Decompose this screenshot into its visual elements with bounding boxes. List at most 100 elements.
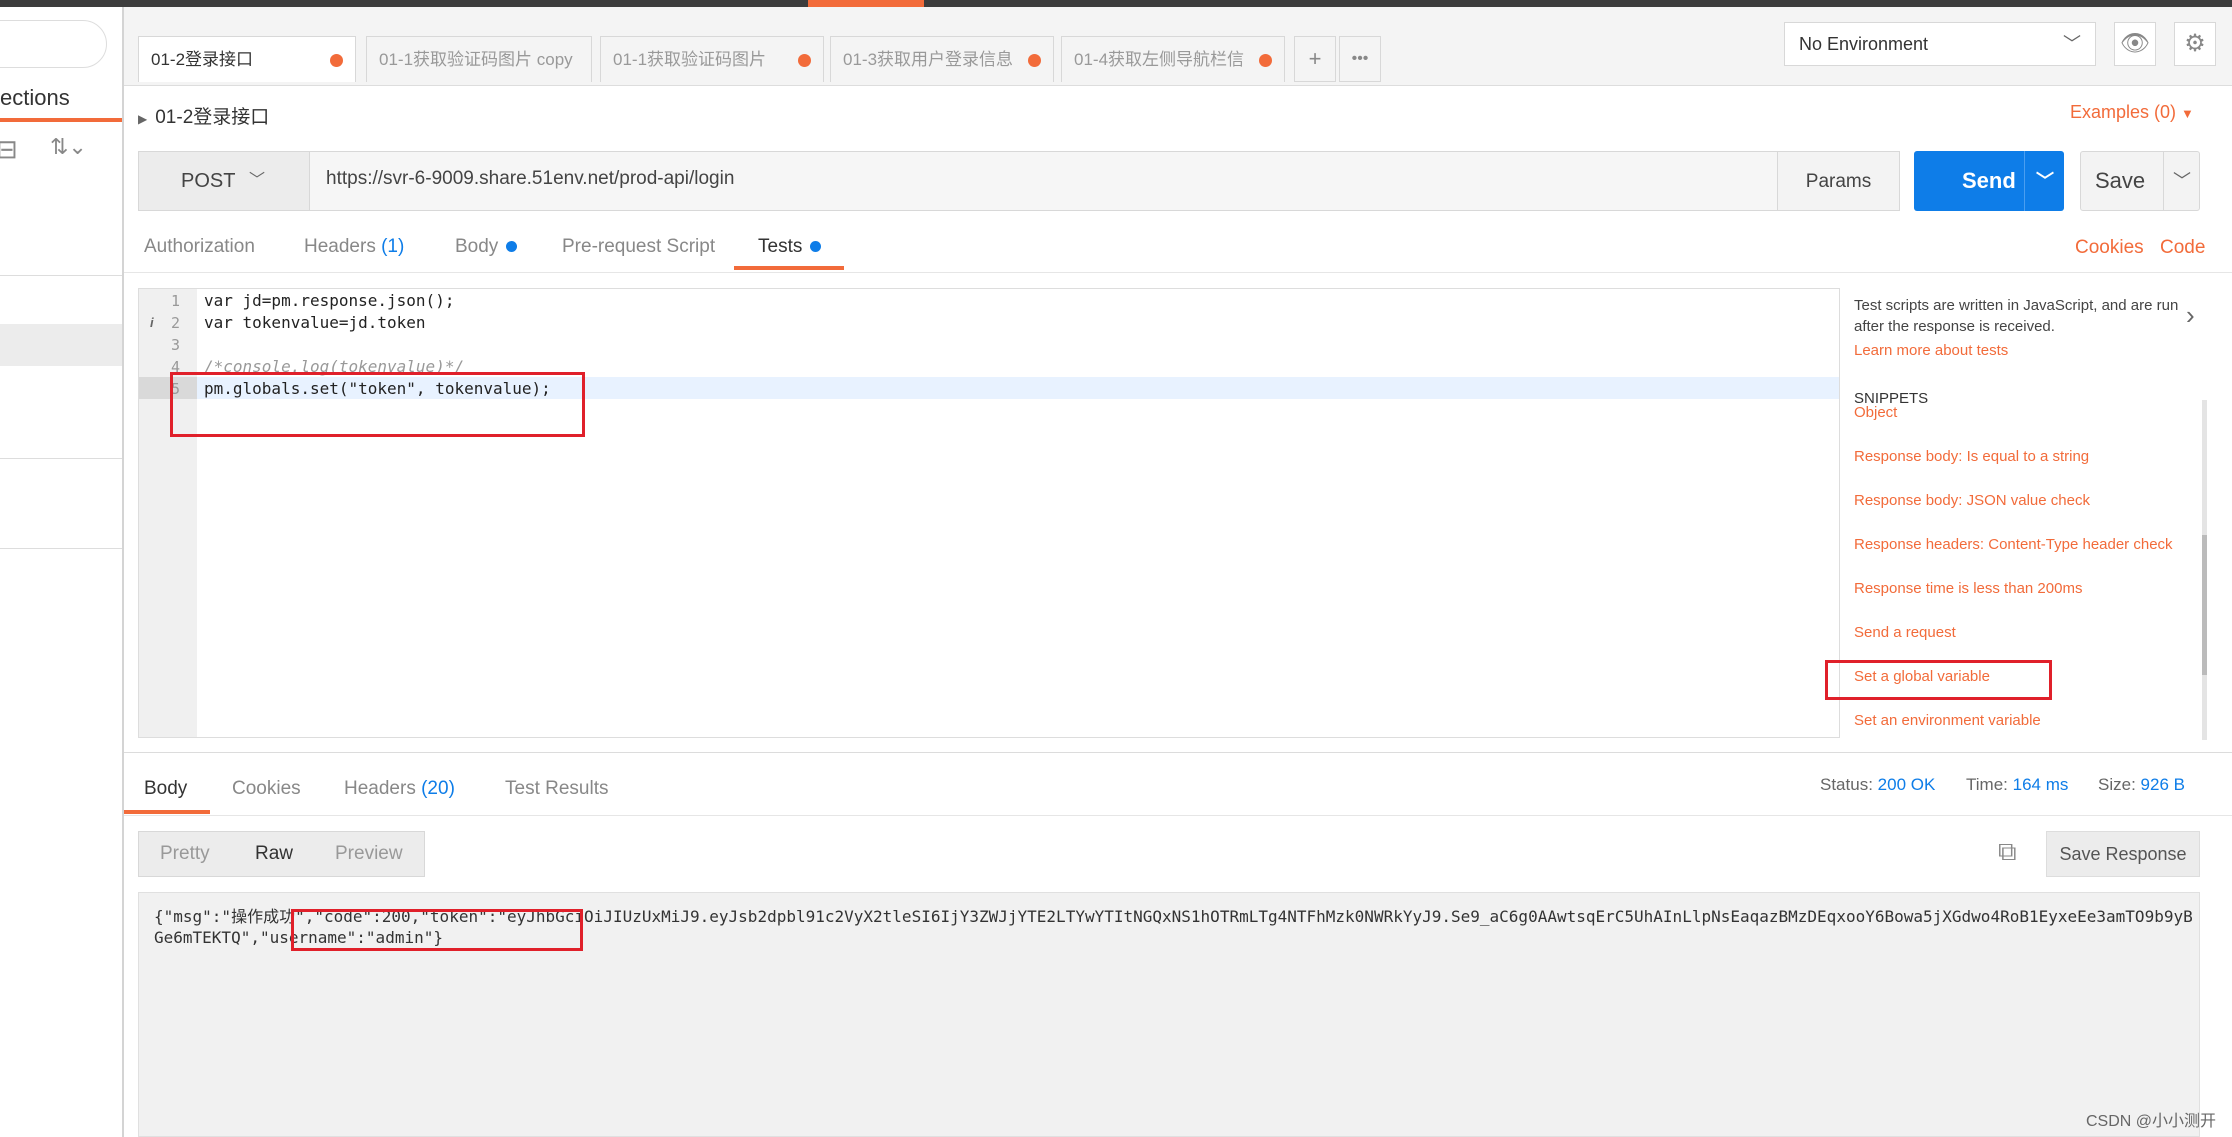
sidebar-tab-collections[interactable]: ections [0, 85, 70, 111]
params-button[interactable]: Params [1777, 151, 1900, 211]
request-tab[interactable]: 01-2登录接口 [138, 36, 356, 82]
response-time: Time: 164 ms [1966, 775, 2068, 795]
snippet-item[interactable]: Response body: Is equal to a string [1854, 448, 2089, 465]
divider [124, 815, 2232, 816]
request-tab[interactable]: 01-1获取验证码图片 copy [366, 36, 592, 82]
tab-label: Body [144, 778, 188, 799]
method-value: POST [181, 170, 236, 192]
request-name[interactable]: ▶ 01-2登录接口 [138, 102, 269, 129]
tab-label: 01-1获取验证码图片 copy [379, 50, 573, 69]
snippet-item[interactable]: Object [1854, 404, 1897, 421]
tab-body[interactable]: Body [455, 236, 518, 258]
snippet-item[interactable]: Set an environment variable [1854, 712, 2041, 729]
chevron-right-icon[interactable]: › [2186, 300, 2195, 331]
chevron-down-icon[interactable]: ﹀ [2173, 152, 2191, 210]
tab-label: Tests [758, 236, 803, 257]
snippet-item[interactable]: Send a request [1854, 624, 1956, 641]
send-label: Send [1962, 168, 2016, 193]
format-pretty-button[interactable]: Pretty [160, 843, 210, 865]
info-icon: i [150, 315, 154, 330]
chevron-down-icon: ﹀ [2063, 34, 2081, 54]
tab-headers[interactable]: Headers (1) [304, 236, 404, 258]
sidebar-divider [0, 275, 122, 276]
snippet-item[interactable]: Response time is less than 200ms [1854, 580, 2082, 597]
save-divider [2163, 152, 2164, 210]
sidebar-divider [0, 458, 122, 459]
snippets-scrollbar-thumb[interactable] [2202, 535, 2207, 675]
learn-more-link[interactable]: Learn more about tests [1854, 342, 2008, 359]
send-button[interactable]: Send ﹀ [1914, 151, 2064, 211]
snippets-description: Test scripts are written in JavaScript, … [1854, 297, 2179, 335]
app-top-strip [0, 0, 2232, 7]
response-tab-headers[interactable]: Headers (20) [344, 778, 455, 800]
request-tab[interactable]: 01-4获取左侧导航栏信 [1061, 36, 1285, 82]
sidebar-tab-underline [0, 118, 122, 122]
environment-select[interactable]: No Environment ﹀ [1784, 22, 2096, 66]
line-number: 2 [170, 314, 180, 332]
format-raw-button[interactable]: Raw [255, 843, 293, 865]
divider [124, 272, 2232, 273]
environment-value: No Environment [1799, 34, 1929, 54]
tab-label: 01-3获取用户登录信息 [843, 50, 1014, 69]
modified-dot-icon [506, 241, 518, 253]
tab-tests[interactable]: Tests [758, 236, 822, 258]
request-tab[interactable]: 01-3获取用户登录信息 [830, 36, 1054, 82]
response-status: Status: 200 OK [1820, 775, 1935, 795]
caret-right-icon: ▶ [138, 112, 148, 126]
new-collection-icon[interactable]: ⊟ [0, 134, 18, 165]
code-line[interactable]: var jd=pm.response.json(); [204, 291, 454, 310]
sidebar-selected-row[interactable] [0, 324, 122, 366]
active-tab-underline [124, 810, 210, 814]
response-tab-test-results[interactable]: Test Results [505, 778, 608, 800]
unsaved-dot-icon [1028, 54, 1041, 67]
line-number: 3 [170, 336, 180, 354]
tab-label: 01-4获取左侧导航栏信 [1074, 50, 1245, 69]
gear-icon[interactable]: ⚙ [2174, 22, 2216, 66]
url-input[interactable]: https://svr-6-9009.share.51env.net/prod-… [326, 168, 734, 190]
chevron-down-icon[interactable]: ﹀ [2036, 151, 2054, 211]
save-response-button[interactable]: Save Response [2046, 831, 2200, 877]
unsaved-dot-icon [798, 54, 811, 67]
request-tab[interactable]: 01-1获取验证码图片 [600, 36, 824, 82]
tab-authorization[interactable]: Authorization [144, 236, 255, 258]
copy-icon[interactable]: ⧉ [1998, 836, 2017, 868]
tab-label: 01-1获取验证码图片 [613, 50, 767, 69]
format-preview-button[interactable]: Preview [335, 843, 403, 865]
tab-more-button[interactable]: ••• [1339, 36, 1381, 82]
top-strip-accent [808, 0, 924, 7]
examples-dropdown[interactable]: Examples (0) ▼ [2070, 102, 2194, 123]
tab-label: Test Results [505, 778, 609, 799]
sort-icon[interactable]: ⇅⌄ [50, 134, 87, 160]
tab-label: Authorization [144, 236, 255, 257]
code-line[interactable]: var tokenvalue=jd.token [204, 313, 426, 332]
request-name-label: 01-2登录接口 [155, 107, 270, 128]
sidebar-search-input[interactable] [0, 20, 107, 68]
cookies-link[interactable]: Cookies [2075, 237, 2144, 259]
headers-count: (20) [421, 778, 455, 799]
snippet-item[interactable]: Response body: JSON value check [1854, 492, 2090, 509]
examples-label: Examples (0) [2070, 102, 2177, 122]
watermark: CSDN @小小测开 [2086, 1113, 2217, 1130]
test-script-editor[interactable] [138, 288, 1840, 738]
sidebar [0, 7, 124, 1137]
unsaved-dot-icon [1259, 54, 1272, 67]
method-select[interactable]: POST ﹀ [138, 151, 310, 211]
tab-pre-request-script[interactable]: Pre-request Script [562, 236, 715, 258]
line-number: 1 [170, 292, 180, 310]
response-tab-body[interactable]: Body [144, 778, 187, 800]
status-value: 200 OK [1877, 775, 1936, 794]
eye-icon[interactable]: 👁 [2114, 22, 2156, 66]
code-link[interactable]: Code [2160, 237, 2205, 259]
save-button[interactable]: Save ﹀ [2080, 151, 2200, 211]
response-tab-cookies[interactable]: Cookies [232, 778, 301, 800]
save-label: Save [2095, 168, 2146, 193]
chevron-down-icon: ﹀ [249, 172, 266, 189]
tab-label: 01-2登录接口 [151, 50, 254, 69]
headers-count: (1) [381, 236, 405, 257]
snippet-item[interactable]: Response headers: Content-Type header ch… [1854, 536, 2173, 553]
new-tab-button[interactable]: + [1294, 36, 1336, 82]
editor-gutter [139, 289, 197, 737]
annotation-highlight-box [291, 909, 583, 951]
time-label: Time: [1966, 775, 2008, 794]
tab-label: Cookies [232, 778, 301, 799]
